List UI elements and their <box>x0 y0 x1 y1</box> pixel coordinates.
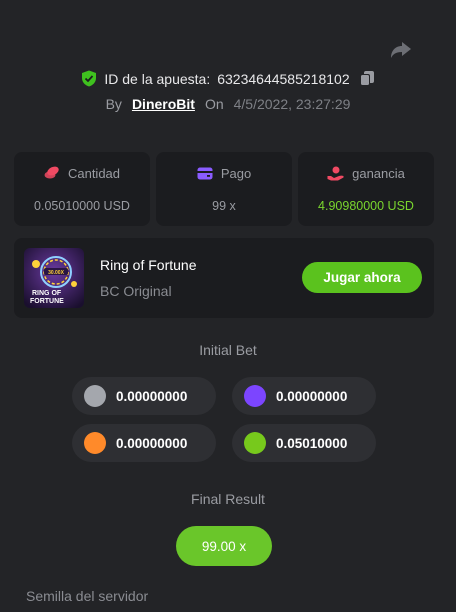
game-subtitle: BC Original <box>100 283 172 299</box>
bet-id-value: 63234644585218102 <box>217 70 350 87</box>
bet-datetime: 4/5/2022, 23:27:29 <box>233 96 351 112</box>
gray-color-dot-icon <box>84 385 106 407</box>
purple-color-dot-icon <box>244 385 266 407</box>
stat-amount-value: 0.05010000 USD <box>34 198 130 213</box>
thumb-multiplier-text: 30.00X <box>48 270 65 276</box>
share-arrow-icon <box>391 42 411 58</box>
stat-payout-label: Pago <box>220 165 252 181</box>
hand-money-icon <box>327 166 344 180</box>
user-link[interactable]: DineroBit <box>132 96 195 112</box>
stat-payout: Pago 99 x <box>156 152 292 226</box>
on-label: On <box>204 96 224 112</box>
play-now-button[interactable]: Jugar ahora <box>302 262 422 293</box>
orange-color-dot-icon <box>84 432 106 454</box>
final-result-title: Final Result <box>191 491 265 507</box>
server-seed-label: Semilla del servidor <box>26 588 149 604</box>
by-label: By <box>105 96 122 112</box>
initial-bet-purple: 0.00000000 <box>232 377 376 415</box>
stat-payout-value: 99 x <box>212 198 236 213</box>
initial-bet-green: 0.05010000 <box>232 424 376 462</box>
green-color-dot-icon <box>244 432 266 454</box>
game-thumbnail[interactable]: 30.00X RING OF FORTUNE <box>24 248 84 308</box>
stat-amount: Cantidad 0.05010000 USD <box>14 152 150 226</box>
final-result-badge: 99.00 x <box>176 526 272 566</box>
initial-bet-amount: 0.00000000 <box>116 388 188 404</box>
thumb-title-line1: RING OF <box>32 290 62 297</box>
thumb-title-line2: FORTUNE <box>30 298 64 305</box>
game-card: 30.00X RING OF FORTUNE Ring of Fortune B… <box>14 238 434 318</box>
game-name[interactable]: Ring of Fortune <box>100 257 197 273</box>
initial-bet-amount: 0.00000000 <box>276 388 348 404</box>
initial-bet-title: Initial Bet <box>199 342 257 358</box>
stat-profit-label: ganancia <box>352 165 405 181</box>
initial-bet-amount: 0.00000000 <box>116 435 188 451</box>
stat-profit: ganancia 4.90980000 USD <box>298 152 434 226</box>
bet-author-row: By DineroBit On 4/5/2022, 23:27:29 <box>0 96 456 112</box>
stat-profit-value: 4.90980000 USD <box>318 198 414 213</box>
stat-amount-label: Cantidad <box>67 165 121 181</box>
bet-id-row: ID de la apuesta: 63234644585218102 <box>0 70 456 87</box>
shield-check-icon <box>82 70 97 87</box>
initial-bet-orange: 0.00000000 <box>72 424 216 462</box>
initial-bet-amount: 0.05010000 <box>276 435 348 451</box>
wallet-icon <box>197 167 213 179</box>
share-button[interactable] <box>388 38 414 62</box>
bet-stats: Cantidad 0.05010000 USD Pago 99 x gananc… <box>14 152 434 226</box>
bet-id-label: ID de la apuesta: <box>104 70 211 87</box>
initial-bet-gray: 0.00000000 <box>72 377 216 415</box>
coins-icon <box>44 166 59 179</box>
copy-icon[interactable] <box>359 70 375 87</box>
